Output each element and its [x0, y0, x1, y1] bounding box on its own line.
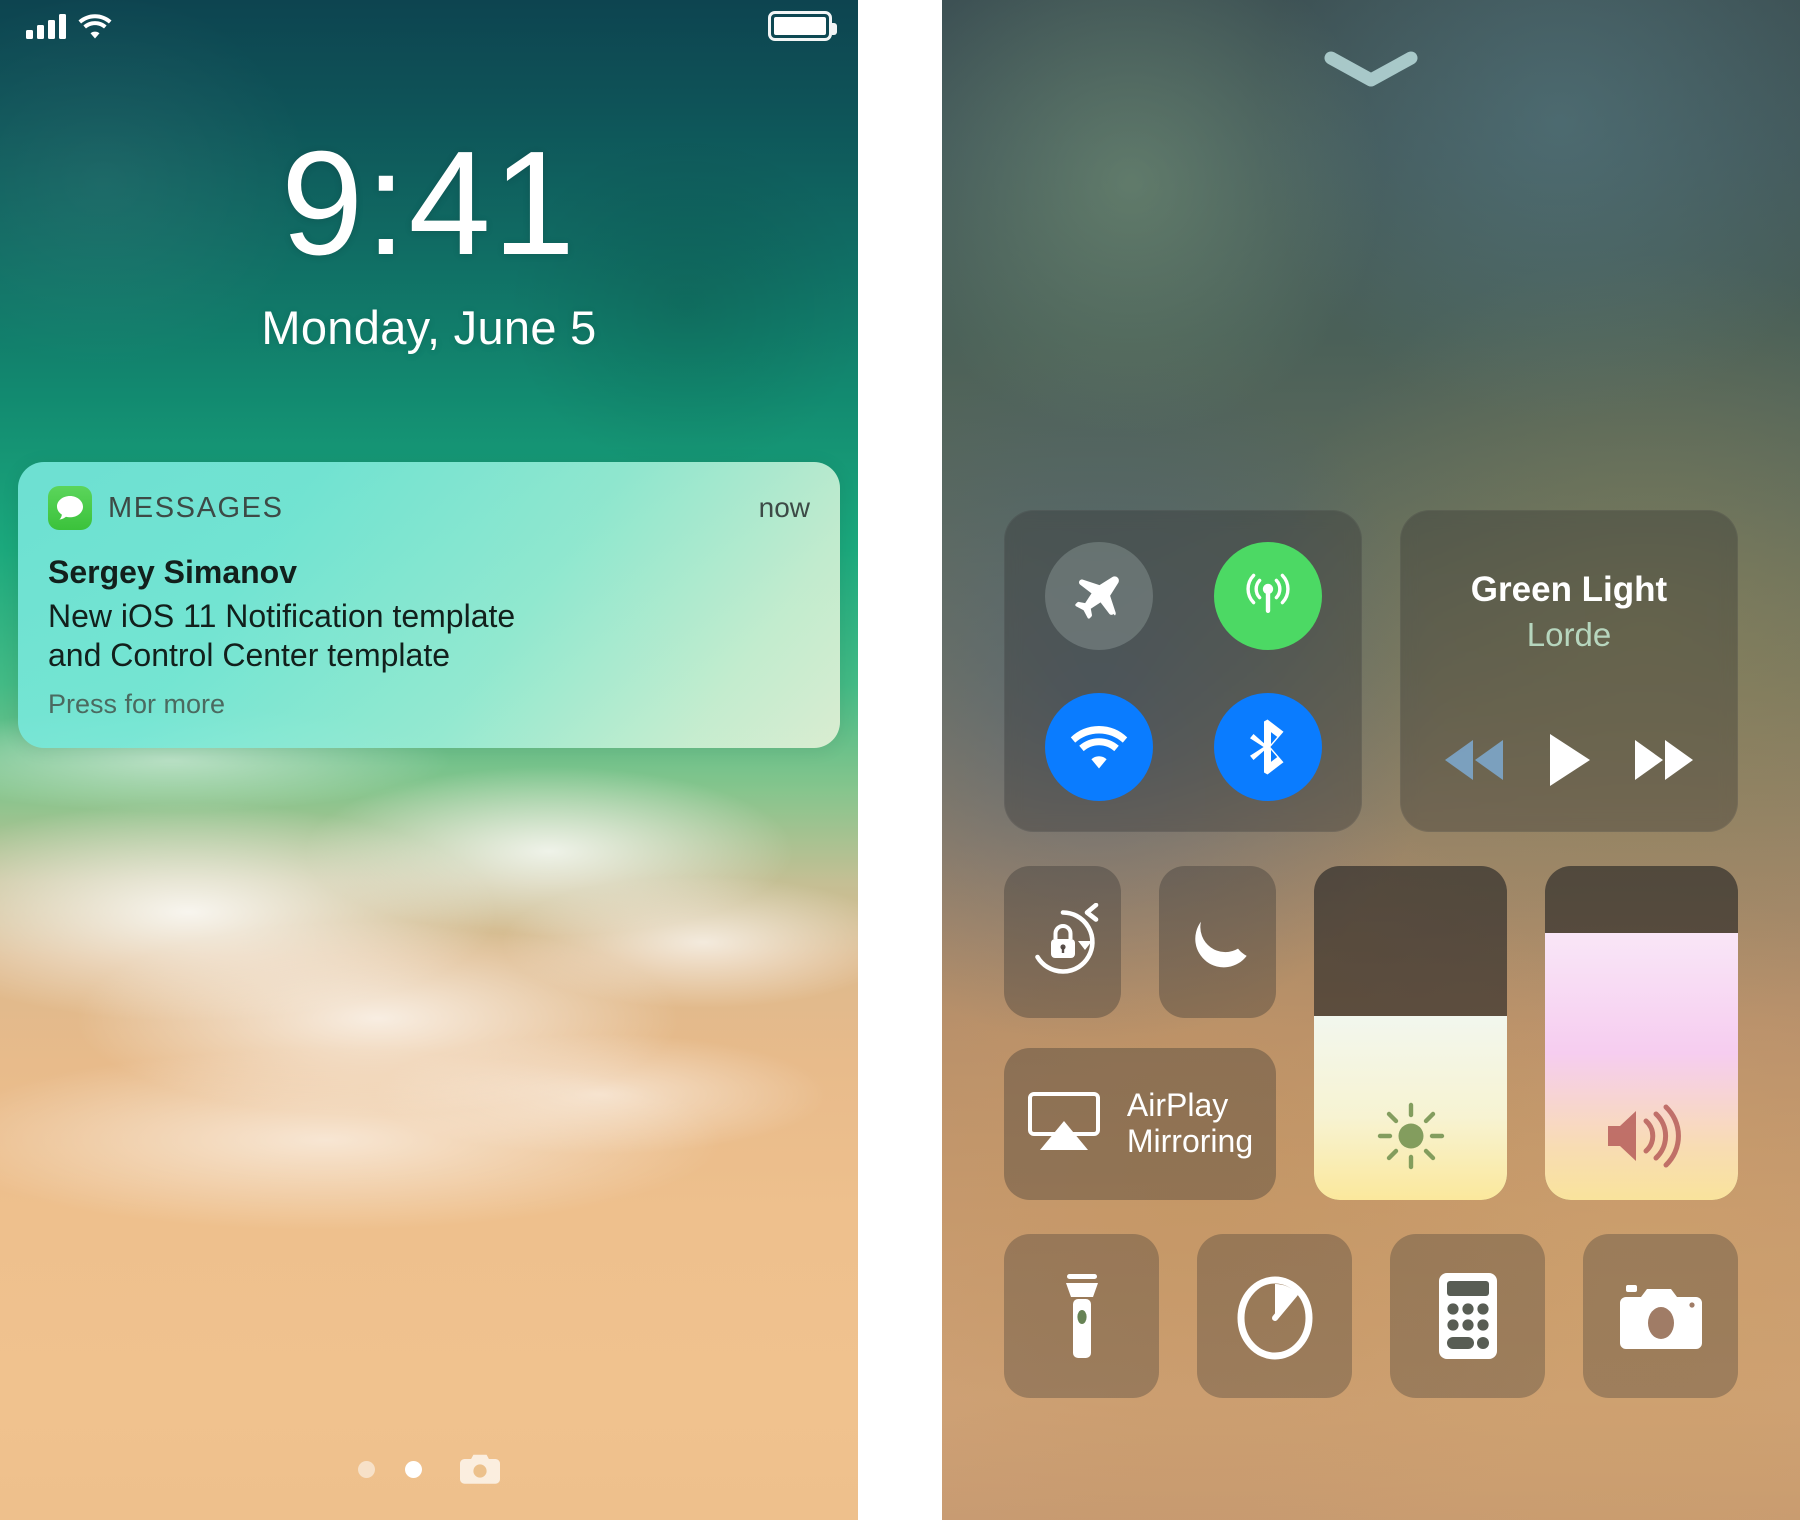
- notification-hint: Press for more: [48, 689, 226, 720]
- toggle-tiles: [1004, 866, 1276, 1018]
- brightness-slider-fill: [1314, 1016, 1507, 1200]
- calculator-button[interactable]: [1390, 1234, 1545, 1398]
- control-center-row-shortcuts: [1004, 1234, 1738, 1398]
- now-playing-transport: [1441, 732, 1698, 788]
- notification-card[interactable]: MESSAGES now Sergey Simanov New iOS 11 N…: [18, 462, 840, 749]
- toggles-and-airplay-column: AirPlay Mirroring: [1004, 866, 1276, 1200]
- lock-screen-clock: 9:41 Monday, June 5: [0, 130, 858, 355]
- now-playing-module: Green Light Lorde: [1400, 510, 1738, 832]
- page-dot-1[interactable]: [358, 1460, 375, 1478]
- cellular-data-icon: [1239, 567, 1297, 625]
- camera-icon: [1618, 1281, 1704, 1351]
- cellular-data-toggle[interactable]: [1213, 541, 1322, 650]
- control-center-grid: Green Light Lorde AirPlay Mirroring: [1004, 510, 1738, 1398]
- airplane-mode-toggle[interactable]: [1044, 541, 1153, 650]
- notification-message-line2: and Control Center template: [48, 637, 450, 674]
- control-center: Green Light Lorde AirPlay Mirroring: [942, 0, 1800, 1520]
- moon-icon: [1183, 907, 1253, 977]
- lock-date: Monday, June 5: [261, 301, 597, 354]
- rotation-lock-toggle[interactable]: [1004, 866, 1121, 1018]
- calculator-icon: [1438, 1272, 1498, 1360]
- airplay-mirroring-button[interactable]: AirPlay Mirroring: [1004, 1048, 1276, 1200]
- notification-timestamp: now: [758, 492, 810, 523]
- flashlight-button[interactable]: [1004, 1234, 1159, 1398]
- lock-screen: 9:41 Monday, June 5 MESSAGES now Sergey …: [0, 0, 858, 1520]
- cellular-bars-icon: [26, 13, 66, 39]
- lock-time: 9:41: [280, 121, 578, 286]
- do-not-disturb-toggle[interactable]: [1159, 866, 1276, 1018]
- notification-message-line1: New iOS 11 Notification template: [48, 598, 516, 634]
- camera-icon[interactable]: [460, 1454, 500, 1484]
- lock-screen-footer: [0, 1454, 858, 1484]
- notification-sender: Sergey Simanov: [48, 554, 297, 590]
- messages-icon: [48, 486, 92, 530]
- fast-forward-icon[interactable]: [1631, 736, 1697, 784]
- control-center-row-middle: AirPlay Mirroring: [1004, 866, 1738, 1200]
- bluetooth-toggle[interactable]: [1213, 692, 1322, 801]
- wifi-icon: [78, 13, 112, 39]
- rotation-lock-icon: [1024, 903, 1102, 981]
- volume-slider-fill: [1545, 932, 1738, 1200]
- notification-app-name: MESSAGES: [108, 491, 284, 524]
- flashlight-icon: [1060, 1272, 1104, 1360]
- chevron-down-icon[interactable]: [942, 48, 1800, 92]
- timer-button[interactable]: [1197, 1234, 1352, 1398]
- volume-slider[interactable]: [1545, 866, 1738, 1200]
- control-center-row-top: Green Light Lorde: [1004, 510, 1738, 832]
- page-dot-2[interactable]: [405, 1460, 422, 1478]
- status-bar: [0, 0, 858, 52]
- airplay-icon: [1027, 1091, 1101, 1158]
- wifi-icon: [1070, 724, 1128, 770]
- wifi-toggle[interactable]: [1044, 692, 1153, 801]
- airplane-icon: [1070, 567, 1128, 625]
- airplay-mirroring-label: AirPlay Mirroring: [1126, 1087, 1254, 1160]
- timer-icon: [1235, 1272, 1315, 1360]
- now-playing-title: Green Light: [1470, 570, 1668, 609]
- camera-button[interactable]: [1583, 1234, 1738, 1398]
- screenshot-stage: 9:41 Monday, June 5 MESSAGES now Sergey …: [0, 0, 1800, 1520]
- slider-column: [1314, 866, 1738, 1200]
- brightness-slider[interactable]: [1314, 866, 1507, 1200]
- notification-header: MESSAGES now: [48, 486, 810, 530]
- sun-icon: [1377, 1102, 1445, 1170]
- bluetooth-icon: [1247, 718, 1289, 776]
- rewind-icon[interactable]: [1441, 736, 1507, 784]
- connectivity-module: [1004, 510, 1362, 832]
- airplay-label-line2: Mirroring: [1126, 1123, 1254, 1159]
- play-icon[interactable]: [1546, 732, 1592, 788]
- battery-full-icon: [768, 11, 837, 41]
- now-playing-artist: Lorde: [1526, 616, 1612, 653]
- speaker-icon: [1602, 1102, 1682, 1170]
- airplay-label-line1: AirPlay: [1126, 1087, 1229, 1124]
